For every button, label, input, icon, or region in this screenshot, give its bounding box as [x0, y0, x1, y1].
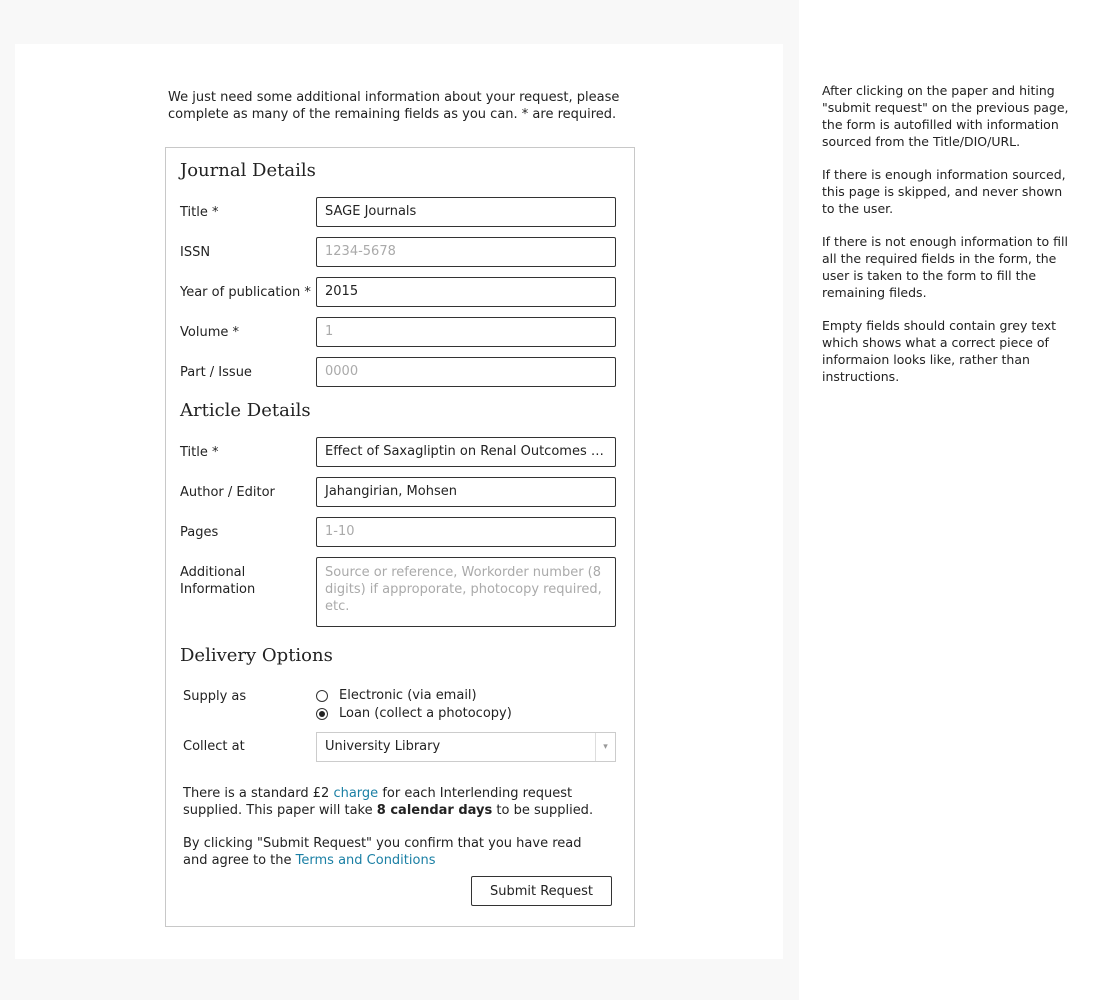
note-4: Empty fields should contain grey text wh…: [822, 318, 1057, 384]
note-1: After clicking on the paper and hiting "…: [822, 83, 1069, 149]
article-title-label: Title *: [180, 445, 219, 460]
additional-info-label-line2: Information: [180, 582, 256, 597]
collect-at-value: University Library: [325, 739, 441, 754]
pages-input[interactable]: 1-10: [316, 517, 616, 547]
volume-label: Volume *: [180, 325, 239, 340]
collect-at-label: Collect at: [183, 739, 245, 754]
pages-label: Pages: [180, 525, 219, 540]
charge-link[interactable]: charge: [333, 786, 378, 801]
issue-input[interactable]: 0000: [316, 357, 616, 387]
year-label: Year of publication *: [180, 285, 311, 300]
note-3: If there is not enough information to fi…: [822, 234, 1068, 300]
radio-loan-circle[interactable]: [316, 707, 328, 720]
author-label: Author / Editor: [180, 485, 275, 500]
chevron-down-icon[interactable]: ▾: [595, 733, 615, 761]
radio-electronic[interactable]: Electronic (via email): [316, 688, 477, 703]
article-details-heading: Article Details: [180, 400, 311, 421]
radio-electronic-circle[interactable]: [316, 689, 328, 702]
radio-electronic-label: Electronic (via email): [339, 688, 477, 703]
author-input[interactable]: Jahangirian, Mohsen: [316, 477, 616, 507]
issn-input[interactable]: 1234-5678: [316, 237, 616, 267]
collect-at-select[interactable]: University Library ▾: [316, 732, 616, 762]
journal-title-label: Title *: [180, 205, 219, 220]
charge-info: There is a standard £2 charge for each I…: [183, 785, 603, 819]
terms-link[interactable]: Terms and Conditions: [296, 853, 436, 868]
additional-info-label-line1: Additional: [180, 565, 246, 580]
charge-text-3: to be supplied.: [492, 803, 594, 818]
submit-request-button[interactable]: Submit Request: [471, 876, 612, 906]
intro-text: We just need some additional information…: [168, 90, 620, 122]
note-2: If there is enough information sourced, …: [822, 167, 1066, 216]
issn-label: ISSN: [180, 245, 211, 260]
year-input[interactable]: 2015: [316, 277, 616, 307]
radio-loan[interactable]: Loan (collect a photocopy): [316, 706, 512, 721]
journal-title-input[interactable]: SAGE Journals: [316, 197, 616, 227]
radio-loan-label: Loan (collect a photocopy): [339, 706, 512, 721]
volume-input[interactable]: 1: [316, 317, 616, 347]
delivery-days: 8 calendar days: [376, 803, 493, 818]
supply-as-label: Supply as: [183, 689, 247, 704]
delivery-options-heading: Delivery Options: [180, 645, 333, 666]
additional-info-textarea[interactable]: Source or reference, Workorder number (8…: [316, 557, 616, 627]
charge-text-1: There is a standard £2: [183, 786, 334, 801]
journal-details-heading: Journal Details: [180, 160, 316, 181]
terms-info: By clicking "Submit Request" you confirm…: [183, 835, 603, 869]
annotation-panel: After clicking on the paper and hiting "…: [799, 0, 1100, 1000]
issue-label: Part / Issue: [180, 365, 252, 380]
request-form: Journal Details Title * SAGE Journals IS…: [165, 147, 635, 927]
article-title-input[interactable]: Effect of Saxagliptin on Renal Outcomes …: [316, 437, 616, 467]
additional-info-label: Additional Information: [180, 564, 255, 598]
